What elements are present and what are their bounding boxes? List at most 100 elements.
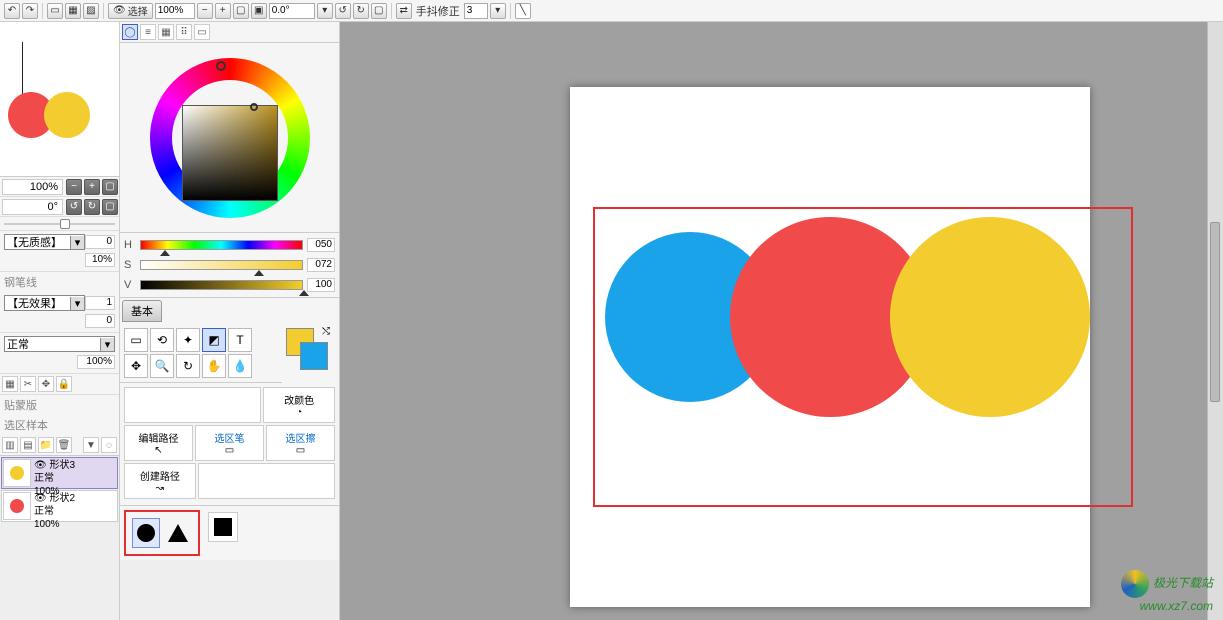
layer-opacity-text: 100% (34, 519, 60, 530)
shape-tool-icon[interactable]: ◩ (202, 328, 226, 352)
background-color[interactable] (300, 342, 328, 370)
rect-select-icon[interactable]: ▭ (124, 328, 148, 352)
nav-zoom-reset-icon[interactable]: ▢ (102, 179, 118, 195)
magic-wand-icon[interactable]: ✦ (176, 328, 200, 352)
flip-horizontal-icon[interactable]: ⇄ (396, 3, 412, 19)
blend-mode-combo[interactable]: 正常▾ (4, 336, 115, 352)
new-linework-icon[interactable]: ▤ (20, 437, 36, 453)
triangle-shape-button[interactable] (164, 518, 192, 548)
nav-slider[interactable] (0, 217, 119, 231)
new-layer-icon[interactable]: ▥ (2, 437, 18, 453)
show-sel-icon[interactable]: ▨ (83, 3, 99, 19)
redo-icon[interactable]: ↷ (22, 3, 38, 19)
stabilizer-label: 手抖修正 (414, 3, 462, 19)
rgb-slider-icon[interactable]: ≡ (140, 24, 156, 40)
move-tool-icon[interactable]: ✥ (124, 354, 148, 378)
sat-value[interactable]: 072 (307, 258, 335, 272)
pen-line-label: 钢笔线 (0, 272, 119, 292)
hue-label: H (124, 239, 136, 251)
vertical-scrollbar[interactable] (1207, 22, 1223, 620)
ellipse-shape-button[interactable] (132, 518, 160, 548)
effect-val-1[interactable]: 1 (85, 296, 115, 310)
palette-tab[interactable]: 基本 (122, 300, 162, 322)
layer-item[interactable]: 👁 形状3正常100% (1, 457, 118, 489)
val-value[interactable]: 100 (307, 278, 335, 292)
yellow-circle[interactable] (890, 217, 1090, 417)
eyedropper-icon[interactable]: 💧 (228, 354, 252, 378)
nav-zoom-in-icon[interactable]: + (84, 179, 100, 195)
edit-path-button[interactable]: 编辑路径↖ (124, 425, 193, 461)
lock-icon[interactable]: 🔒 (56, 376, 72, 392)
texture-val-1[interactable]: 0 (85, 235, 115, 249)
sel-erase-button[interactable]: 选区擦▭ (266, 425, 335, 461)
zoom-input[interactable] (155, 3, 195, 19)
val-label: V (124, 279, 136, 291)
layer-name: 形状3 (49, 459, 75, 472)
change-color-button[interactable]: 改颜色◔ (263, 387, 335, 423)
layer-item[interactable]: 👁 形状2正常100% (1, 490, 118, 522)
nav-angle-value[interactable]: 0° (2, 199, 63, 215)
text-tool-icon[interactable]: T (228, 328, 252, 352)
line-tool-icon[interactable]: ╲ (515, 3, 531, 19)
rotate-ccw-icon[interactable]: ↺ (335, 3, 351, 19)
zoom-out-icon[interactable]: − (197, 3, 213, 19)
color-wheel-icon[interactable]: ◯ (122, 24, 138, 40)
color-wheel[interactable] (120, 43, 339, 233)
hand-tool-icon[interactable]: ✋ (202, 354, 226, 378)
clear-layer-icon[interactable]: ◌ (101, 437, 117, 453)
stabilizer-dropdown-icon[interactable]: ▾ (490, 3, 506, 19)
zoom-fit-icon[interactable]: ▢ (233, 3, 249, 19)
swatches-icon[interactable]: ⠿ (176, 24, 192, 40)
effect-val-2[interactable]: 0 (85, 314, 115, 328)
canvas-area[interactable]: 极光下载站 www.xz7.com (340, 22, 1223, 620)
subtool-empty-2[interactable] (198, 463, 335, 499)
effect-combo[interactable]: 【无效果】▾ (4, 295, 85, 311)
swap-colors-icon[interactable]: ⤭ (322, 326, 330, 337)
nav-zoom-out-icon[interactable]: − (66, 179, 82, 195)
nav-rot-ccw-icon[interactable]: ↺ (66, 199, 82, 215)
texture-val-2[interactable]: 10% (85, 253, 115, 267)
undo-icon[interactable]: ↶ (4, 3, 20, 19)
rotate-tool-icon[interactable]: ↻ (176, 354, 200, 378)
zoom-reset-icon[interactable]: ▣ (251, 3, 267, 19)
navigator-preview[interactable] (0, 22, 119, 177)
scratchpad-icon[interactable]: ▭ (194, 24, 210, 40)
middle-panel: ◯ ≡ ▦ ⠿ ▭ H050 S072 V100 基本 ▭ ⟲ ✦ ◩ T (120, 22, 340, 620)
delete-layer-icon[interactable]: 🗑 (56, 437, 72, 453)
rectangle-shape-button[interactable] (208, 512, 238, 542)
color-mixer-icon[interactable]: ▦ (158, 24, 174, 40)
angle-input[interactable] (269, 3, 315, 19)
hue-value[interactable]: 050 (307, 238, 335, 252)
layer-opacity[interactable]: 100% (77, 355, 115, 369)
eye-icon[interactable]: 👁 (34, 492, 47, 505)
zoom-in-icon[interactable]: + (215, 3, 231, 19)
invert-sel-icon[interactable]: ▦ (65, 3, 81, 19)
clipping-icon[interactable]: ✂ (20, 376, 36, 392)
eye-icon[interactable]: 👁 (34, 459, 47, 472)
swatch-grid[interactable] (120, 560, 339, 620)
texture-combo[interactable]: 【无质感】▾ (4, 234, 85, 250)
deselect-icon[interactable]: ▭ (47, 3, 63, 19)
watermark-logo-icon (1121, 570, 1149, 598)
hue-slider[interactable] (140, 240, 303, 250)
lasso-icon[interactable]: ⟲ (150, 328, 174, 352)
zoom-tool-icon[interactable]: 🔍 (150, 354, 174, 378)
val-slider[interactable] (140, 280, 303, 290)
nav-rot-cw-icon[interactable]: ↻ (84, 199, 100, 215)
select-mode-button[interactable]: 👁选择 (108, 3, 153, 19)
preserve-opacity-icon[interactable]: ▦ (2, 376, 18, 392)
layer-mode: 正常 (34, 473, 54, 484)
nav-zoom-value[interactable]: 100% (2, 179, 63, 195)
sat-slider[interactable] (140, 260, 303, 270)
merge-down-icon[interactable]: ▼ (83, 437, 99, 453)
subtool-empty-1[interactable] (124, 387, 261, 423)
sel-pen-button[interactable]: 选区笔▭ (195, 425, 264, 461)
nav-rot-reset-icon[interactable]: ▢ (102, 199, 118, 215)
create-path-button[interactable]: 创建路径↝ (124, 463, 196, 499)
angle-dropdown-icon[interactable]: ▾ (317, 3, 333, 19)
stabilizer-input[interactable] (464, 3, 488, 19)
rotate-reset-icon[interactable]: ▢ (371, 3, 387, 19)
move-icon[interactable]: ✥ (38, 376, 54, 392)
rotate-cw-icon[interactable]: ↻ (353, 3, 369, 19)
new-folder-icon[interactable]: 📁 (38, 437, 54, 453)
